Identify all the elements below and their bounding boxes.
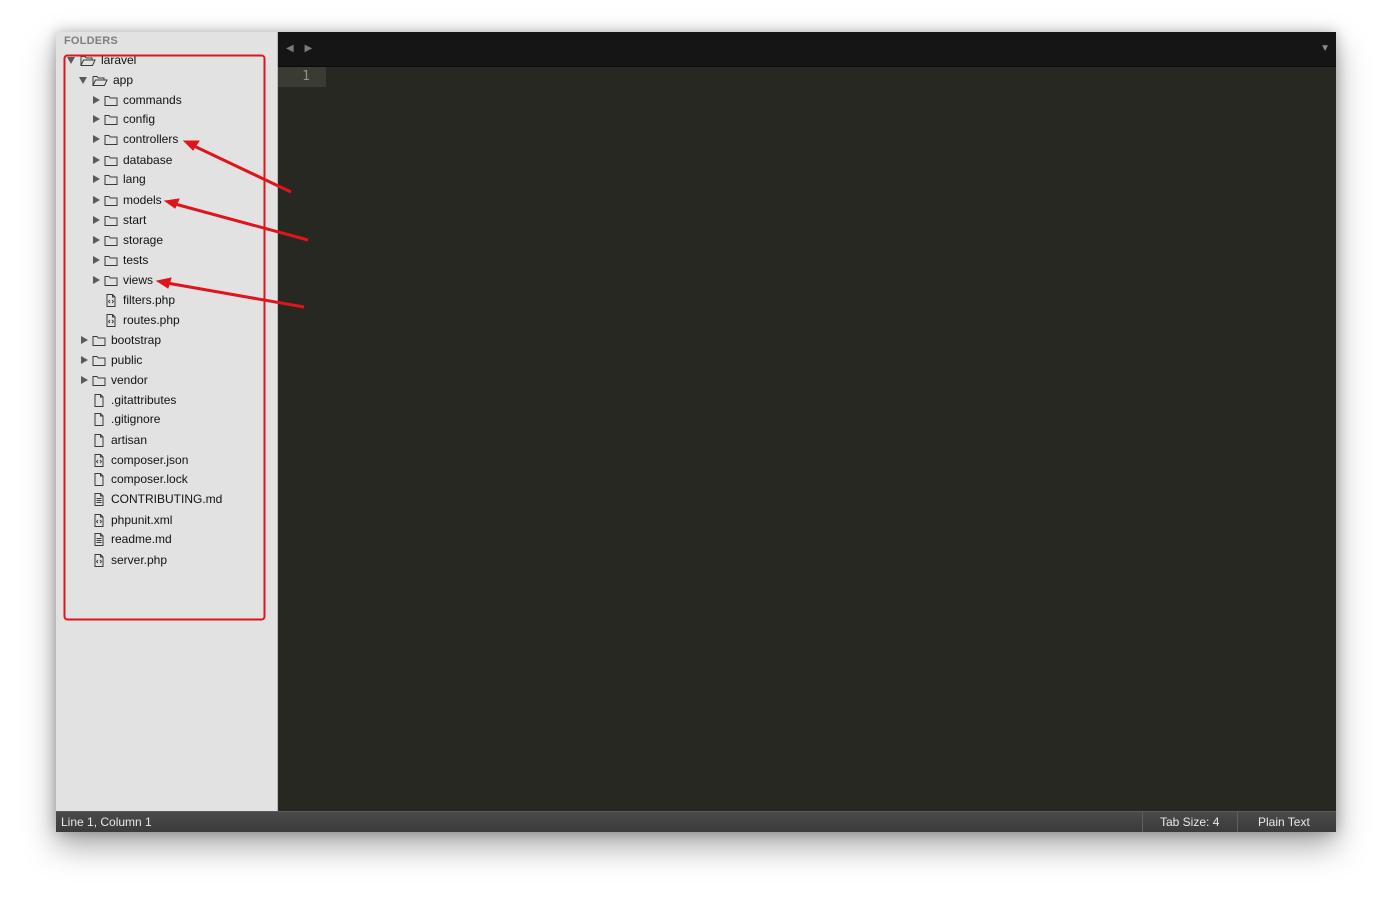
annotation-arrow — [163, 198, 309, 242]
annotation-overlay — [63, 54, 309, 621]
annotation-arrow — [182, 140, 292, 194]
annotation-arrow — [155, 277, 305, 309]
highlight-box — [63, 54, 266, 621]
